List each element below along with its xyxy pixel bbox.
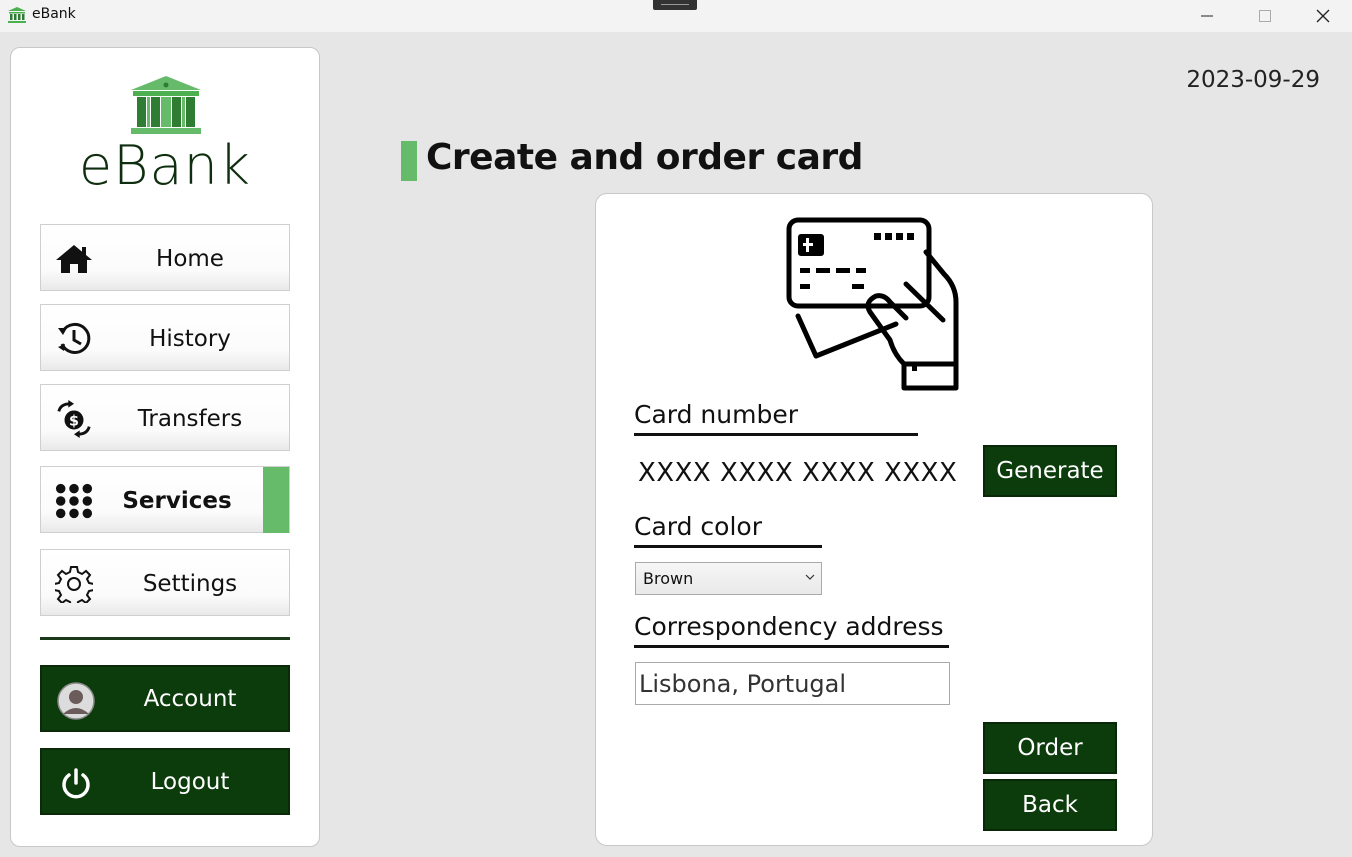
bank-building-icon [131,76,201,134]
grid-icon [55,482,93,520]
title-accent-bar [401,141,417,181]
hand-holding-card-icon [786,217,959,391]
current-date: 2023-09-29 [1186,67,1320,93]
address-label: Correspondency address [634,612,949,648]
close-icon [1316,9,1330,23]
minimize-button[interactable] [1178,0,1236,32]
sidebar-item-label: Settings [142,570,238,597]
generate-button[interactable]: Generate [983,445,1117,497]
card-color-select[interactable]: Brown [635,562,822,595]
card-number-label: Card number [634,400,918,436]
home-icon [55,240,93,278]
logout-button[interactable]: Logout [40,748,290,815]
logout-label: Logout [150,768,230,795]
account-button[interactable]: Account [40,665,290,732]
avatar-icon [56,681,96,721]
power-icon [56,764,96,804]
card-color-value: Brown [643,569,694,588]
address-input[interactable] [635,662,950,705]
logo-text: eBank [78,134,252,197]
sidebar-divider [40,637,290,640]
snap-handle[interactable] [653,0,697,10]
sidebar-item-history[interactable]: History [40,304,290,371]
sidebar-item-label: History [149,325,231,352]
close-button[interactable] [1294,0,1352,32]
maximize-icon [1259,10,1271,22]
sidebar-item-settings[interactable]: Settings [40,549,290,616]
window-title-bar: eBank [0,0,1352,32]
sidebar-item-transfers[interactable]: $ Transfers [40,384,290,451]
page-title: Create and order card [426,137,863,178]
sidebar-item-home[interactable]: Home [40,224,290,291]
card-order-panel: Card number XXXX XXXX XXXX XXXX Generate… [595,193,1153,846]
minimize-icon [1201,15,1213,17]
bank-icon [8,7,26,23]
sidebar-item-label: Transfers [137,405,243,432]
order-button[interactable]: Order [983,722,1117,774]
card-color-label: Card color [634,512,822,548]
sidebar: eBank Home History $ Transfers Services … [10,47,320,847]
card-number-value: XXXX XXXX XXXX XXXX [638,458,958,488]
active-indicator [263,467,289,533]
sidebar-item-label: Home [156,245,224,272]
window-title: eBank [32,6,76,22]
transfers-icon: $ [55,400,93,438]
svg-text:$: $ [69,414,79,430]
back-button[interactable]: Back [983,779,1117,831]
chevron-down-icon [805,570,815,584]
history-icon [55,320,93,358]
sidebar-item-services[interactable]: Services [40,466,290,533]
account-label: Account [143,685,237,712]
gear-icon [55,565,93,603]
maximize-button[interactable] [1236,0,1294,32]
sidebar-item-label: Services [122,487,232,514]
